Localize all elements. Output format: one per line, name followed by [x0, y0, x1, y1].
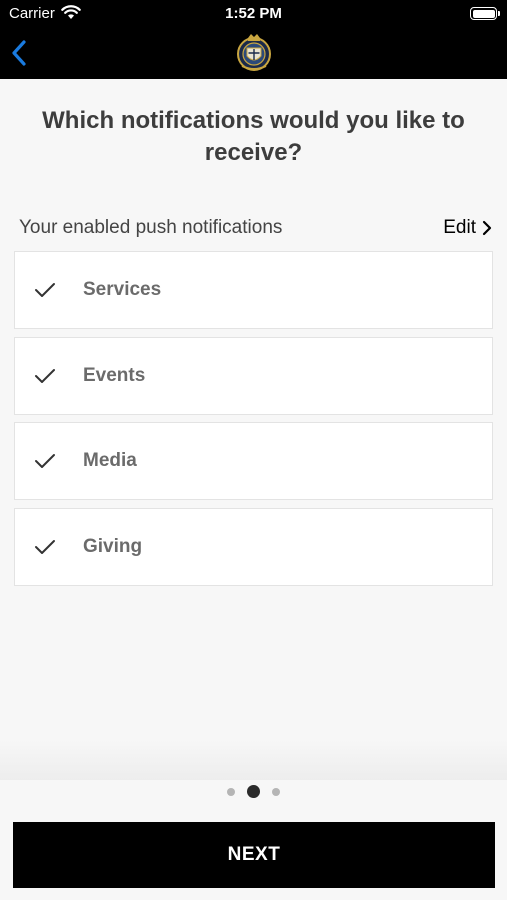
page-dot-active	[247, 785, 260, 798]
chevron-left-icon	[12, 40, 26, 66]
edit-link[interactable]: Edit	[443, 217, 492, 239]
notification-label: Events	[83, 364, 146, 386]
status-bar: Carrier 1:52 PM	[0, 0, 507, 28]
nav-bar	[0, 28, 507, 79]
page-indicator	[0, 785, 507, 798]
notification-item-events[interactable]: Events	[14, 336, 493, 415]
checkmark-icon	[35, 539, 55, 554]
status-time: 1:52 PM	[225, 5, 282, 22]
notification-label: Giving	[83, 535, 143, 557]
notification-item-media[interactable]: Media	[14, 422, 493, 500]
edit-label: Edit	[443, 217, 476, 238]
back-button[interactable]	[8, 38, 32, 68]
footer-divider	[0, 740, 507, 780]
chevron-right-icon	[482, 220, 492, 236]
battery-icon	[470, 7, 500, 20]
next-button[interactable]: NEXT	[13, 822, 495, 888]
checkmark-icon	[35, 454, 55, 468]
section-label: Your enabled push notifications	[19, 217, 283, 238]
notification-label: Services	[83, 279, 162, 300]
checkmark-icon	[35, 368, 55, 383]
notification-label: Media	[83, 450, 137, 471]
page-dot	[227, 787, 235, 796]
notification-item-giving[interactable]: Giving	[14, 507, 493, 586]
checkmark-icon	[35, 283, 55, 297]
crest-logo-icon	[236, 32, 272, 74]
page-dot	[272, 787, 280, 796]
notification-list: Services Events Media Giving	[14, 251, 493, 593]
notification-item-services[interactable]: Services	[14, 251, 493, 329]
page-title: Which notifications would you like to re…	[42, 107, 465, 166]
